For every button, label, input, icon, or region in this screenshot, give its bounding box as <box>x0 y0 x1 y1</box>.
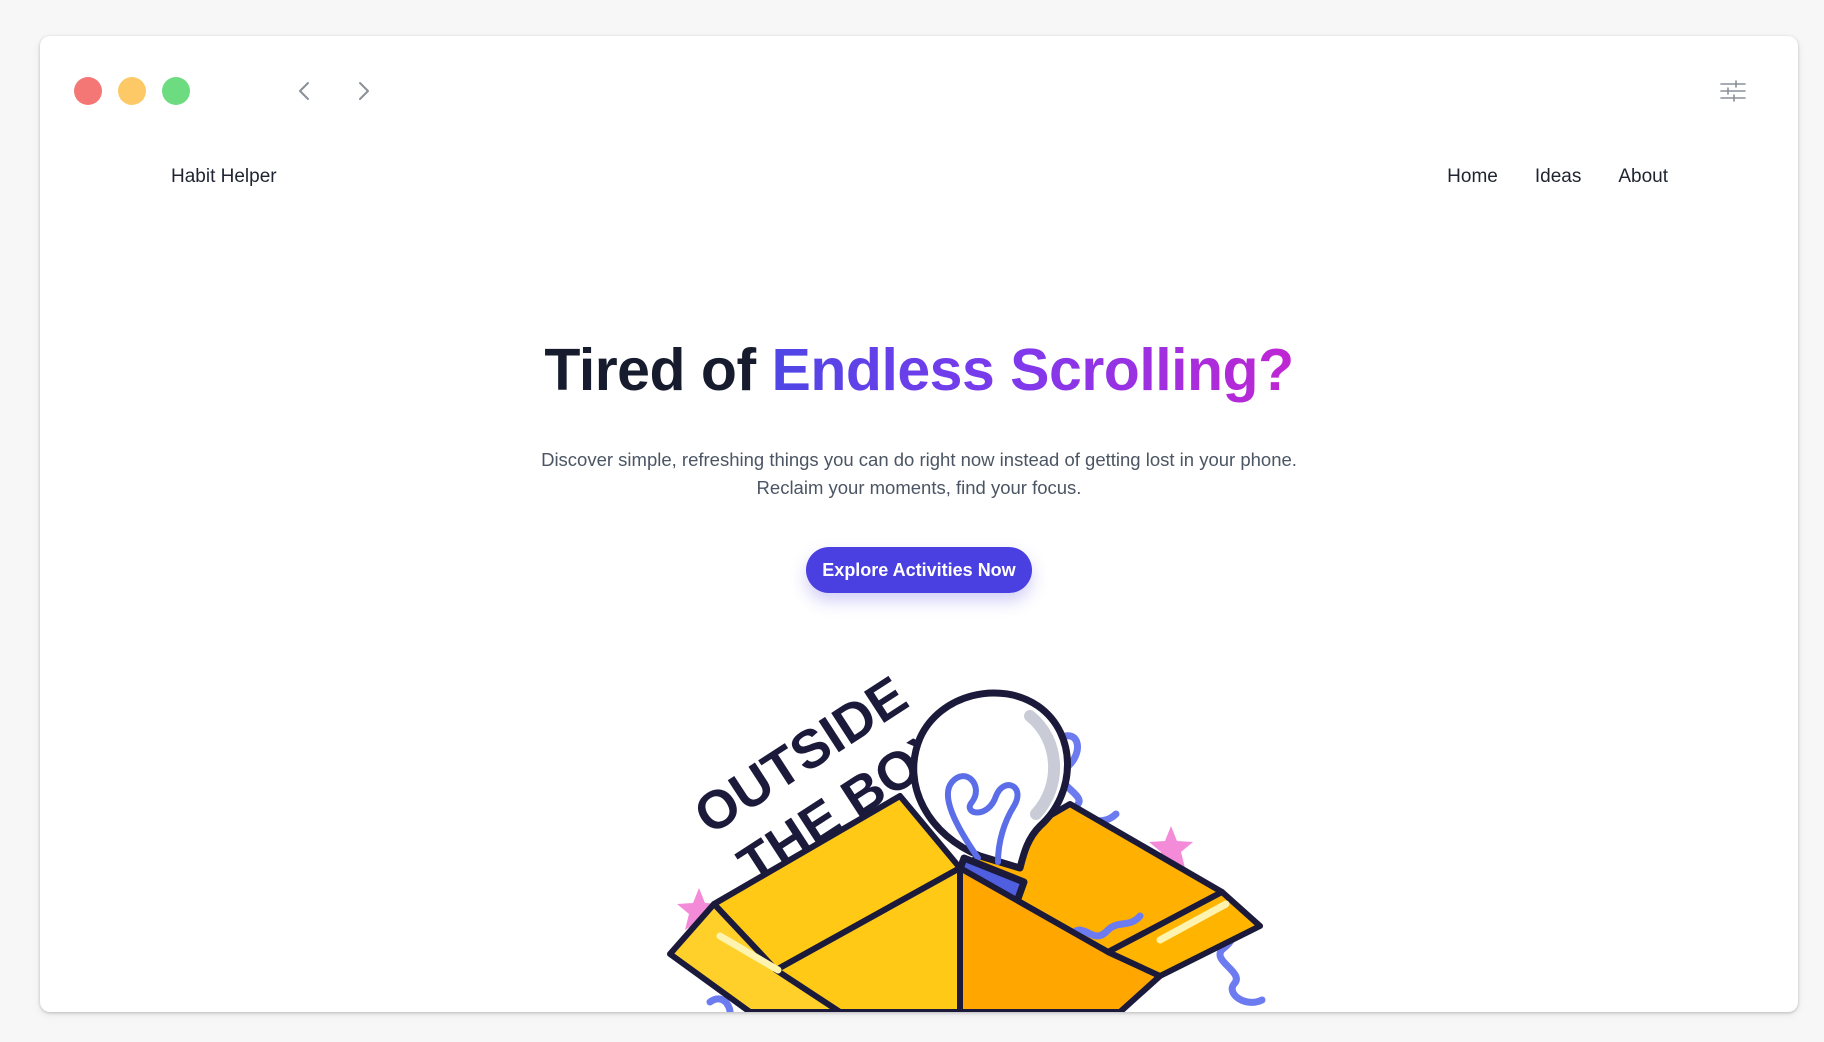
site-navbar: Habit Helper Home Ideas About <box>40 146 1798 216</box>
hero-title-highlight: Endless Scrolling? <box>771 337 1295 403</box>
close-window-button[interactable] <box>74 77 102 105</box>
hero-subtitle-line-1: Discover simple, refreshing things you c… <box>541 449 1297 470</box>
brand-logo[interactable]: Habit Helper <box>171 166 277 188</box>
browser-window: Habit Helper Home Ideas About Tired of E… <box>40 36 1798 1012</box>
title-bar <box>40 36 1798 146</box>
chevron-left-icon[interactable] <box>290 76 320 106</box>
hero-subtitle: Discover simple, refreshing things you c… <box>40 446 1798 502</box>
hero-title-plain: Tired of <box>544 337 772 403</box>
nav-link-about[interactable]: About <box>1618 166 1668 188</box>
chevron-right-icon[interactable] <box>348 76 378 106</box>
explore-activities-button[interactable]: Explore Activities Now <box>806 547 1032 593</box>
zoom-window-button[interactable] <box>162 77 190 105</box>
nav-menu: Home Ideas About <box>1447 166 1668 188</box>
minimize-window-button[interactable] <box>118 77 146 105</box>
hero-title: Tired of Endless Scrolling? <box>40 336 1798 404</box>
sliders-icon[interactable] <box>1718 76 1748 106</box>
hero-subtitle-line-2: Reclaim your moments, find your focus. <box>756 477 1082 498</box>
nav-link-home[interactable]: Home <box>1447 166 1498 188</box>
blue-squiggle <box>706 995 734 1012</box>
outside-the-box-illustration: OUTSIDE THE BOX <box>667 665 1266 1012</box>
nav-link-ideas[interactable]: Ideas <box>1535 166 1581 188</box>
